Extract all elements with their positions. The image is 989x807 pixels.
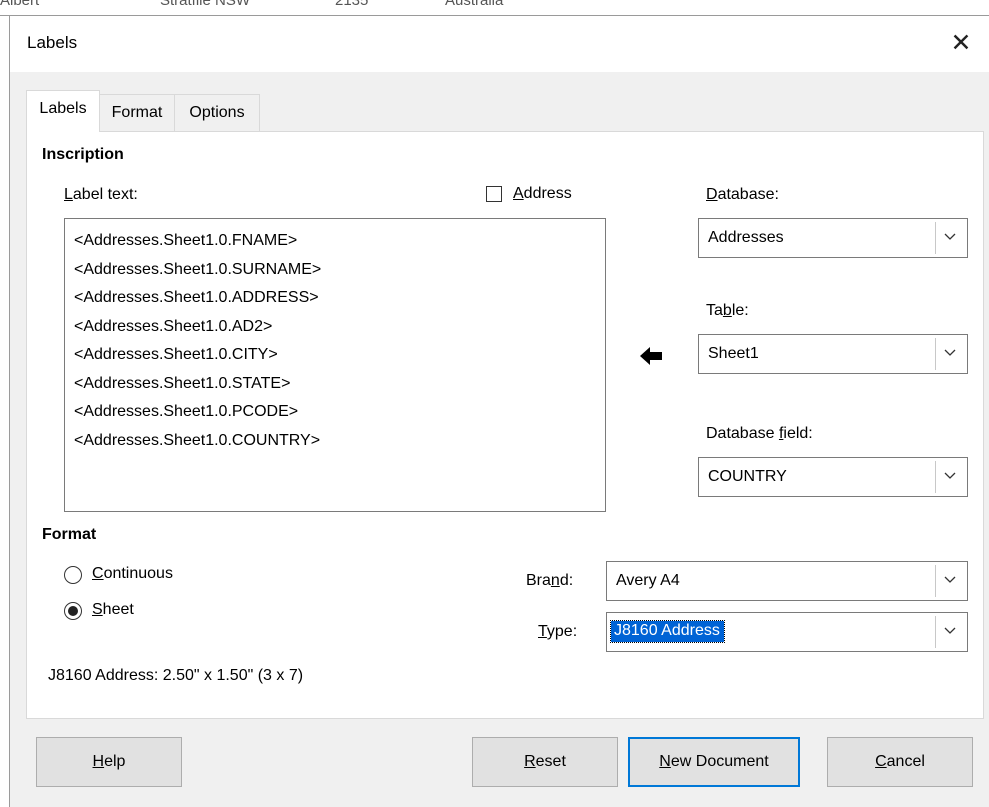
brand-select[interactable]: Avery A4 bbox=[606, 561, 968, 601]
background-text: 2135 bbox=[335, 0, 369, 9]
type-value: J8160 Address bbox=[610, 620, 725, 643]
label-size-summary: J8160 Address: 2.50" x 1.50" (3 x 7) bbox=[48, 667, 304, 684]
insert-field-button[interactable] bbox=[634, 337, 670, 375]
chevron-down-icon[interactable] bbox=[935, 222, 965, 254]
label-text-line: <Addresses.Sheet1.0.CITY> bbox=[74, 346, 278, 363]
type-label: Type: bbox=[538, 623, 578, 640]
chevron-down-icon[interactable] bbox=[935, 338, 965, 370]
database-select[interactable]: Addresses bbox=[698, 218, 968, 258]
label-text-line: <Addresses.Sheet1.0.SURNAME> bbox=[74, 260, 322, 278]
background-text: Stratfile NSW bbox=[160, 0, 251, 9]
table-label: Table: bbox=[706, 302, 749, 319]
help-button[interactable]: Help bbox=[36, 737, 182, 787]
new-document-button[interactable]: New Document bbox=[628, 737, 800, 787]
tab-format-label: Format bbox=[111, 104, 163, 121]
close-icon[interactable]: ✕ bbox=[947, 26, 975, 60]
format-heading: Format bbox=[42, 526, 97, 543]
label-text-line: <Addresses.Sheet1.0.STATE> bbox=[74, 374, 291, 392]
brand-value: Avery A4 bbox=[616, 572, 680, 589]
table-select[interactable]: Sheet1 bbox=[698, 334, 968, 374]
brand-label: Brand: bbox=[526, 572, 574, 589]
table-value: Sheet1 bbox=[708, 345, 759, 362]
label-text-line: <Addresses.Sheet1.0.AD2> bbox=[74, 317, 273, 335]
label-text-line: <Addresses.Sheet1.0.PCODE> bbox=[74, 403, 299, 420]
address-checkbox-label[interactable]: Address bbox=[513, 185, 572, 203]
label-text-line: <Addresses.Sheet1.0.FNAME> bbox=[74, 232, 298, 249]
sheet-radio[interactable] bbox=[64, 602, 82, 620]
label-text-label: Label text: bbox=[64, 186, 138, 203]
sheet-radio-label[interactable]: Sheet bbox=[92, 601, 134, 619]
tab-labels-label: Labels bbox=[39, 100, 87, 117]
database-value: Addresses bbox=[708, 229, 784, 246]
reset-button[interactable]: Reset bbox=[472, 737, 618, 787]
label-text-line: <Addresses.Sheet1.0.COUNTRY> bbox=[74, 431, 321, 449]
tab-options[interactable]: Options bbox=[174, 94, 260, 132]
background-text: Australia bbox=[445, 0, 504, 9]
database-field-label: Database field: bbox=[706, 425, 813, 442]
arrow-left-icon bbox=[640, 347, 662, 365]
background-text: Albert bbox=[0, 0, 40, 9]
dialog-title: Labels bbox=[27, 33, 78, 52]
tab-format[interactable]: Format bbox=[98, 94, 176, 132]
labels-dialog: Labels ✕ Labels Format Options Inscripti… bbox=[10, 16, 989, 807]
label-text-line: <Addresses.Sheet1.0.ADDRESS> bbox=[74, 289, 319, 306]
tab-labels[interactable]: Labels bbox=[26, 90, 100, 132]
label-text-label-rest: abel text: bbox=[72, 186, 138, 203]
chevron-down-icon[interactable] bbox=[935, 616, 965, 648]
cancel-button[interactable]: Cancel bbox=[827, 737, 973, 787]
title-bar: Labels ✕ bbox=[10, 16, 989, 72]
label-text-area[interactable]: <Addresses.Sheet1.0.FNAME> <Addresses.Sh… bbox=[64, 218, 606, 512]
address-checkbox[interactable] bbox=[486, 186, 502, 202]
database-field-select[interactable]: COUNTRY bbox=[698, 457, 968, 497]
chevron-down-icon[interactable] bbox=[935, 565, 965, 597]
inscription-heading: Inscription bbox=[42, 146, 124, 163]
tab-options-label: Options bbox=[189, 104, 245, 121]
continuous-radio[interactable] bbox=[64, 566, 82, 584]
type-select[interactable]: J8160 Address bbox=[606, 612, 968, 652]
database-field-value: COUNTRY bbox=[708, 468, 787, 485]
background-window-strip: Albert Stratfile NSW 2135 Australia bbox=[0, 0, 989, 16]
chevron-down-icon[interactable] bbox=[935, 461, 965, 493]
continuous-radio-label[interactable]: Continuous bbox=[92, 565, 173, 583]
database-label: Database: bbox=[706, 186, 779, 203]
